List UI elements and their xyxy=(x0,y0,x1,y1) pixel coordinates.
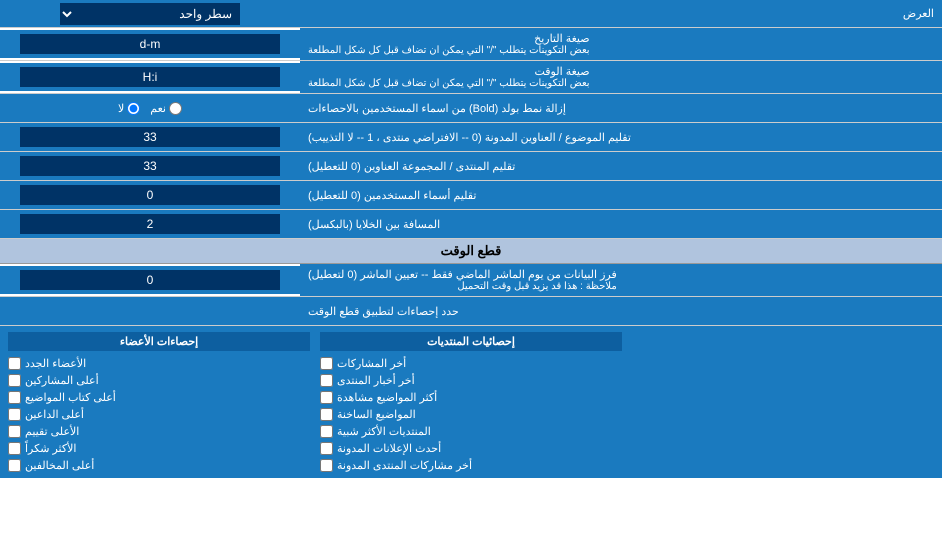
cb-top-topic-writers-input[interactable] xyxy=(8,391,21,404)
cb-top-posters: أعلى المشاركين xyxy=(8,374,310,387)
cb-top-violators: أعلى المخالفين xyxy=(8,459,310,472)
cb-top-inviters: أعلى الداعين xyxy=(8,408,310,421)
gap-input[interactable] xyxy=(20,214,280,234)
bold-radio-group: نعم لا xyxy=(118,102,182,115)
cb-top-rated: الأعلى تقييم xyxy=(8,425,310,438)
topic-sort-label: تقليم الموضوع / العناوين المدونة (0 -- ا… xyxy=(300,123,942,151)
bold-yes-label[interactable]: نعم xyxy=(150,102,182,115)
header-label: العرض xyxy=(300,3,942,24)
topic-sort-input[interactable] xyxy=(20,127,280,147)
cb-last-posts-input[interactable] xyxy=(320,357,333,370)
cutoff-row: فرز البيانات من يوم الماشر الماضي فقط --… xyxy=(0,264,942,297)
cb-top-rated-input[interactable] xyxy=(8,425,21,438)
cb-similar-forums-input[interactable] xyxy=(320,425,333,438)
display-select[interactable]: سطر واحد سطرين ثلاثة أسطر xyxy=(60,3,240,25)
cb-latest-announcements: أحدث الإعلانات المدونة xyxy=(320,442,622,455)
cb-forum-news: أخر أخبار المنتدى xyxy=(320,374,622,387)
stats-apply-empty xyxy=(632,332,934,472)
cb-most-thanked: الأكثر شكراً xyxy=(8,442,310,455)
cb-most-viewed: أكثر المواضيع مشاهدة xyxy=(320,391,622,404)
stats-apply-col xyxy=(0,297,300,325)
stats-apply-row: حدد إحصاءات لتطبيق قطع الوقت xyxy=(0,297,942,326)
time-format-label: صيغة الوقت بعض التكوينات يتطلب "/" التي … xyxy=(300,61,942,93)
time-format-input-col xyxy=(0,63,300,91)
cb-top-violators-input[interactable] xyxy=(8,459,21,472)
forum-sort-input-col xyxy=(0,152,300,180)
bold-yes-radio[interactable] xyxy=(169,102,182,115)
forum-sort-label: تقليم المنتدى / المجموعة العناوين (0 للت… xyxy=(300,152,942,180)
bold-no-radio[interactable] xyxy=(127,102,140,115)
topic-sort-row: تقليم الموضوع / العناوين المدونة (0 -- ا… xyxy=(0,123,942,152)
cb-hot-topics: المواضيع الساخنة xyxy=(320,408,622,421)
time-format-input[interactable] xyxy=(20,67,280,87)
cb-top-posters-input[interactable] xyxy=(8,374,21,387)
user-sort-input-col xyxy=(0,181,300,209)
cb-new-members: الأعضاء الجدد xyxy=(8,357,310,370)
members-stats-header: إحصاءات الأعضاء xyxy=(8,332,310,351)
stats-apply-label: حدد إحصاءات لتطبيق قطع الوقت xyxy=(300,297,942,325)
user-sort-input[interactable] xyxy=(20,185,280,205)
date-format-input-col xyxy=(0,30,300,58)
cutoff-section-header: قطع الوقت xyxy=(0,239,942,264)
gap-label: المسافة بين الخلايا (بالبكسل) xyxy=(300,210,942,238)
cutoff-label: فرز البيانات من يوم الماشر الماضي فقط --… xyxy=(300,264,942,296)
cb-most-thanked-input[interactable] xyxy=(8,442,21,455)
cb-hot-topics-input[interactable] xyxy=(320,408,333,421)
date-format-input[interactable] xyxy=(20,34,280,54)
time-format-row: صيغة الوقت بعض التكوينات يتطلب "/" التي … xyxy=(0,61,942,94)
cb-last-forum-posts-input[interactable] xyxy=(320,459,333,472)
members-stats-col: إحصاءات الأعضاء الأعضاء الجدد أعلى المشا… xyxy=(8,332,310,472)
header-row: العرض سطر واحد سطرين ثلاثة أسطر xyxy=(0,0,942,28)
cb-last-forum-posts: أخر مشاركات المنتدى المدونة xyxy=(320,459,622,472)
user-sort-row: تقليم أسماء المستخدمين (0 للتعطيل) xyxy=(0,181,942,210)
topic-sort-input-col xyxy=(0,123,300,151)
cutoff-input-col xyxy=(0,266,300,294)
gap-row: المسافة بين الخلايا (بالبكسل) xyxy=(0,210,942,239)
checkboxes-container: إحصائيات المنتديات أخر المشاركات أخر أخب… xyxy=(0,326,942,478)
cutoff-input[interactable] xyxy=(20,270,280,290)
cb-latest-announcements-input[interactable] xyxy=(320,442,333,455)
cb-top-inviters-input[interactable] xyxy=(8,408,21,421)
forum-sort-row: تقليم المنتدى / المجموعة العناوين (0 للت… xyxy=(0,152,942,181)
cutoff-section-header-row: قطع الوقت xyxy=(0,239,942,264)
bold-remove-label: إزالة نمط بولد (Bold) من اسماء المستخدمي… xyxy=(300,94,942,122)
forums-stats-header: إحصائيات المنتديات xyxy=(320,332,622,351)
cb-similar-forums: المنتديات الأكثر شبية xyxy=(320,425,622,438)
forums-stats-col: إحصائيات المنتديات أخر المشاركات أخر أخب… xyxy=(320,332,622,472)
forum-sort-input[interactable] xyxy=(20,156,280,176)
cb-top-topic-writers: أعلى كتاب المواضيع xyxy=(8,391,310,404)
cb-most-viewed-input[interactable] xyxy=(320,391,333,404)
header-select-col: سطر واحد سطرين ثلاثة أسطر xyxy=(0,1,300,27)
bold-remove-row: إزالة نمط بولد (Bold) من اسماء المستخدمي… xyxy=(0,94,942,123)
date-format-label: صيغة التاريخ بعض التكوينات يتطلب "/" الت… xyxy=(300,28,942,60)
cb-forum-news-input[interactable] xyxy=(320,374,333,387)
cb-last-posts: أخر المشاركات xyxy=(320,357,622,370)
bold-remove-input-col: نعم لا xyxy=(0,94,300,122)
date-format-row: صيغة التاريخ بعض التكوينات يتطلب "/" الت… xyxy=(0,28,942,61)
cb-new-members-input[interactable] xyxy=(8,357,21,370)
user-sort-label: تقليم أسماء المستخدمين (0 للتعطيل) xyxy=(300,181,942,209)
gap-input-col xyxy=(0,210,300,238)
bold-no-label[interactable]: لا xyxy=(118,102,140,115)
